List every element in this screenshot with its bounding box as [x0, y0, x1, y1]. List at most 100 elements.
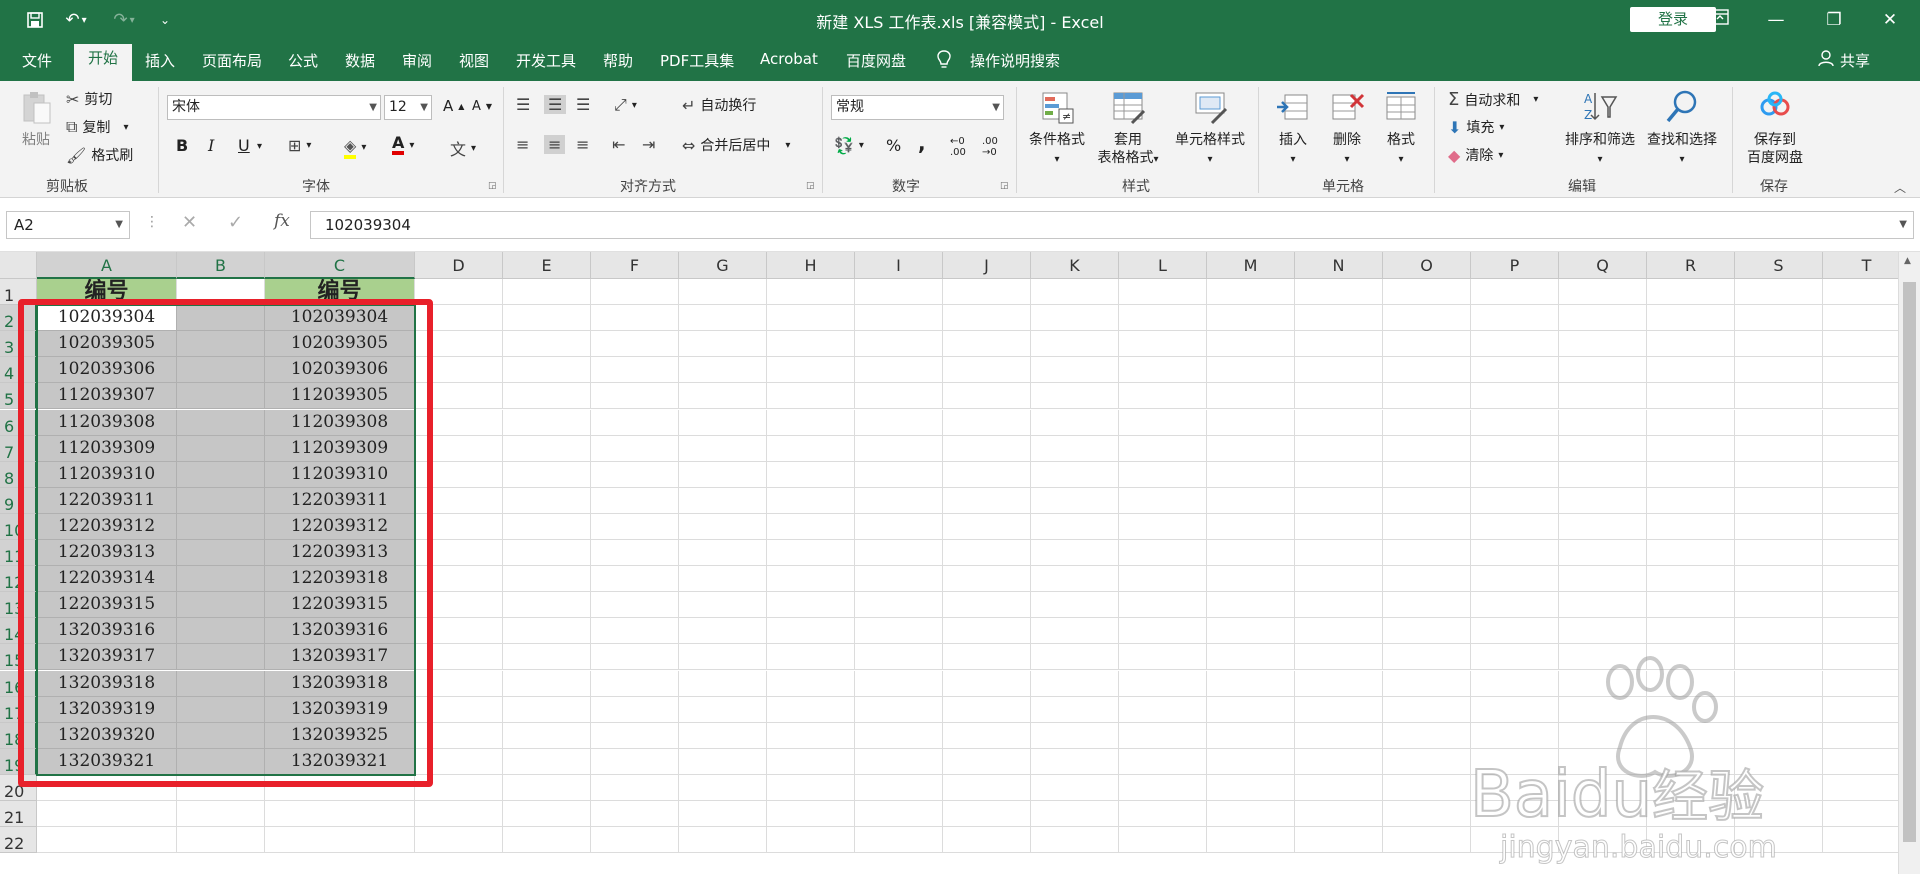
- cell-g14[interactable]: [679, 618, 767, 645]
- cell-p22[interactable]: [1471, 827, 1559, 854]
- cell-k9[interactable]: [1031, 487, 1119, 514]
- tab-file[interactable]: 文件: [22, 50, 52, 71]
- cell-s16[interactable]: [1735, 670, 1823, 697]
- cell-e19[interactable]: [503, 748, 591, 775]
- cell-i19[interactable]: [855, 748, 943, 775]
- cell-b19[interactable]: [177, 748, 265, 775]
- cell-f11[interactable]: [591, 540, 679, 567]
- cell-b9[interactable]: [177, 487, 265, 514]
- cell-f9[interactable]: [591, 487, 679, 514]
- format-cells-button[interactable]: 格式 ▾: [1378, 89, 1424, 169]
- cell-q3[interactable]: [1559, 331, 1647, 358]
- cell-a5[interactable]: 112039307: [37, 383, 177, 410]
- cell-m22[interactable]: [1207, 827, 1295, 854]
- cell-o5[interactable]: [1383, 383, 1471, 410]
- cell-c4[interactable]: 102039306: [265, 357, 415, 384]
- cell-g13[interactable]: [679, 592, 767, 619]
- cell-j4[interactable]: [943, 357, 1031, 384]
- cell-f14[interactable]: [591, 618, 679, 645]
- cell-i7[interactable]: [855, 435, 943, 462]
- cell-q21[interactable]: [1559, 801, 1647, 828]
- cell-k8[interactable]: [1031, 461, 1119, 488]
- cell-g6[interactable]: [679, 409, 767, 436]
- row-header[interactable]: 21: [0, 801, 37, 828]
- cell-l15[interactable]: [1119, 644, 1207, 671]
- cell-f15[interactable]: [591, 644, 679, 671]
- cell-a22[interactable]: [37, 827, 177, 854]
- cell-i16[interactable]: [855, 670, 943, 697]
- cell-e10[interactable]: [503, 513, 591, 540]
- cell-o15[interactable]: [1383, 644, 1471, 671]
- align-center-button[interactable]: ≡: [544, 135, 566, 154]
- comma-button[interactable]: ,: [918, 131, 926, 155]
- cell-r7[interactable]: [1647, 435, 1735, 462]
- cell-j8[interactable]: [943, 461, 1031, 488]
- cell-h6[interactable]: [767, 409, 855, 436]
- cell-g12[interactable]: [679, 566, 767, 593]
- cell-p7[interactable]: [1471, 435, 1559, 462]
- cell-r11[interactable]: [1647, 540, 1735, 567]
- row-header[interactable]: 20: [0, 774, 37, 801]
- tab-formulas[interactable]: 公式: [288, 50, 318, 71]
- cell-a15[interactable]: 132039317: [37, 644, 177, 671]
- cell-r5[interactable]: [1647, 383, 1735, 410]
- formula-input[interactable]: 102039304 ▼: [310, 211, 1914, 239]
- cell-c9[interactable]: 122039311: [265, 487, 415, 514]
- cell-g5[interactable]: [679, 383, 767, 410]
- cell-g15[interactable]: [679, 644, 767, 671]
- scroll-up-icon[interactable]: ▲: [1904, 256, 1911, 266]
- cell-o13[interactable]: [1383, 592, 1471, 619]
- column-header-a[interactable]: A: [37, 252, 177, 279]
- cell-a9[interactable]: 122039311: [37, 487, 177, 514]
- cell-g8[interactable]: [679, 461, 767, 488]
- tab-data[interactable]: 数据: [345, 50, 375, 71]
- cell-f13[interactable]: [591, 592, 679, 619]
- cell-d7[interactable]: [415, 435, 503, 462]
- cell-s13[interactable]: [1735, 592, 1823, 619]
- cell-c22[interactable]: [265, 827, 415, 854]
- cell-d16[interactable]: [415, 670, 503, 697]
- cell-m5[interactable]: [1207, 383, 1295, 410]
- cell-l12[interactable]: [1119, 566, 1207, 593]
- cell-n18[interactable]: [1295, 722, 1383, 749]
- cell-n21[interactable]: [1295, 801, 1383, 828]
- cell-f3[interactable]: [591, 331, 679, 358]
- cell-a18[interactable]: 132039320: [37, 722, 177, 749]
- cell-e11[interactable]: [503, 540, 591, 567]
- cell-b14[interactable]: [177, 618, 265, 645]
- cell-p19[interactable]: [1471, 748, 1559, 775]
- cell-k20[interactable]: [1031, 774, 1119, 801]
- cell-o18[interactable]: [1383, 722, 1471, 749]
- cell-f4[interactable]: [591, 357, 679, 384]
- cell-l3[interactable]: [1119, 331, 1207, 358]
- cell-o8[interactable]: [1383, 461, 1471, 488]
- cell-e1[interactable]: [503, 279, 591, 306]
- column-header-o[interactable]: O: [1383, 252, 1471, 279]
- cell-l4[interactable]: [1119, 357, 1207, 384]
- cell-g16[interactable]: [679, 670, 767, 697]
- cell-q18[interactable]: [1559, 722, 1647, 749]
- cell-k13[interactable]: [1031, 592, 1119, 619]
- cell-d12[interactable]: [415, 566, 503, 593]
- cell-l6[interactable]: [1119, 409, 1207, 436]
- cell-d13[interactable]: [415, 592, 503, 619]
- cell-h7[interactable]: [767, 435, 855, 462]
- autosum-button[interactable]: Σ 自动求和 ▾: [1448, 89, 1538, 110]
- cell-l14[interactable]: [1119, 618, 1207, 645]
- align-left-button[interactable]: ≡: [516, 135, 529, 154]
- cell-c8[interactable]: 112039310: [265, 461, 415, 488]
- cell-q6[interactable]: [1559, 409, 1647, 436]
- close-icon[interactable]: ✕: [1870, 6, 1910, 34]
- cell-l9[interactable]: [1119, 487, 1207, 514]
- row-header[interactable]: 10: [0, 513, 37, 540]
- cell-b17[interactable]: [177, 696, 265, 723]
- cell-b21[interactable]: [177, 801, 265, 828]
- cell-c18[interactable]: 132039325: [265, 722, 415, 749]
- cell-k15[interactable]: [1031, 644, 1119, 671]
- cell-a2[interactable]: 102039304: [37, 305, 177, 332]
- cell-e16[interactable]: [503, 670, 591, 697]
- column-header-g[interactable]: G: [679, 252, 767, 279]
- cell-k10[interactable]: [1031, 513, 1119, 540]
- cell-i4[interactable]: [855, 357, 943, 384]
- cell-l18[interactable]: [1119, 722, 1207, 749]
